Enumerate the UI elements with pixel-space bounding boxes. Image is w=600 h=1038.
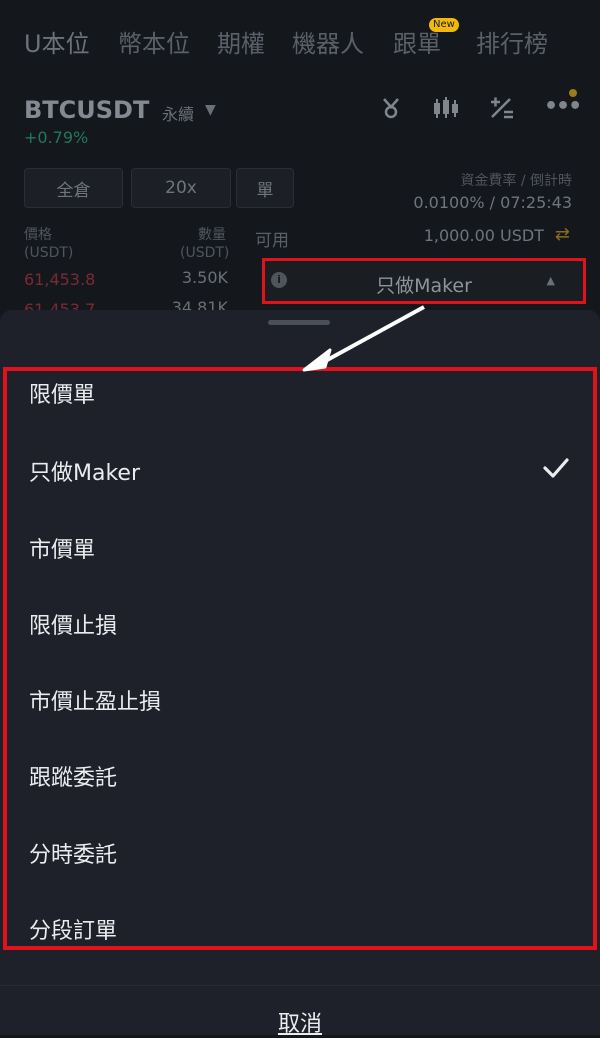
menu-item-stop-market[interactable]: 市價止盈止損 [29, 684, 161, 716]
more-icon[interactable]: ••• [544, 94, 582, 119]
tab-leaderboard[interactable]: 排行榜 [476, 24, 548, 59]
cancel-button[interactable]: 取消 [0, 1006, 600, 1038]
ask-price[interactable]: 61,453.8 [24, 270, 95, 289]
menu-item-stop-limit[interactable]: 限價止損 [29, 608, 117, 640]
new-badge: New [429, 18, 459, 32]
tab-copy-trading-label: 跟單 [393, 30, 441, 58]
tab-usdt-m[interactable]: U本位 [24, 24, 90, 59]
available-balance: 1,000.00 USDT [423, 226, 544, 245]
calculator-icon[interactable] [489, 96, 515, 126]
qty-unit: (USDT) [180, 245, 230, 261]
menu-item-trailing-stop[interactable]: 跟蹤委託 [29, 760, 117, 792]
order-type-menu: 限價單 只做Maker 市價單 限價止損 市價止盈止損 跟蹤委託 分時委託 分段… [3, 367, 597, 950]
menu-item-post-only[interactable]: 只做Maker [29, 455, 140, 487]
funding-rate-value: 0.0100% / 07:25:43 [413, 193, 572, 212]
menu-item-market[interactable]: 市價單 [29, 532, 95, 564]
contract-type[interactable]: 永續 [162, 101, 194, 125]
tab-copy-trading[interactable]: 跟單 New [393, 18, 459, 59]
candlestick-chart-icon[interactable] [432, 96, 460, 126]
order-type-selected: 只做Maker [376, 275, 472, 297]
caret-up-icon: ▲ [546, 274, 555, 287]
tab-coin-m[interactable]: 幣本位 [118, 24, 190, 59]
menu-item-twap[interactable]: 分時委託 [29, 837, 117, 869]
symbol-name[interactable]: BTCUSDT [24, 96, 149, 124]
sheet-drag-handle[interactable] [268, 320, 330, 325]
menu-item-limit[interactable]: 限價單 [29, 377, 95, 409]
notification-dot [569, 89, 577, 97]
funding-rate-label: 資金費率 / 倒計時 [460, 173, 572, 189]
market-tabs: U本位 幣本位 期權 機器人 跟單 New 排行榜 [0, 0, 600, 80]
available-label: 可用 [255, 231, 289, 251]
ask-qty: 3.50K [181, 268, 228, 287]
price-change: +0.79% [24, 128, 89, 147]
sheet-divider [0, 985, 600, 986]
tab-bots[interactable]: 機器人 [292, 24, 364, 59]
transfer-icon[interactable]: ⇄ [555, 224, 570, 245]
position-mode-button[interactable]: 單 [236, 168, 294, 208]
tab-options[interactable]: 期權 [217, 24, 265, 59]
price-unit: (USDT) [24, 245, 74, 261]
price-header: 價格 [24, 227, 52, 243]
menu-item-scaled-order[interactable]: 分段訂單 [29, 913, 117, 945]
gift-icon[interactable] [379, 96, 403, 126]
qty-header: 數量 [198, 227, 226, 243]
check-icon [542, 457, 570, 483]
chevron-down-icon[interactable]: ▼ [205, 102, 216, 118]
margin-mode-button[interactable]: 全倉 [24, 168, 123, 208]
leverage-button[interactable]: 20x [131, 168, 231, 208]
order-type-selector[interactable]: i 只做Maker ▲ [262, 258, 586, 304]
